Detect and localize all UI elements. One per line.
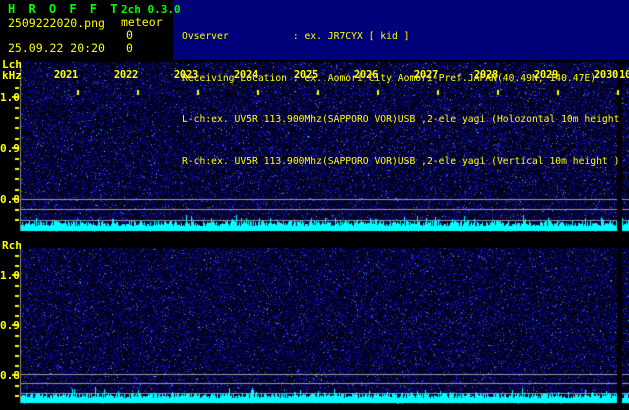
lch-setup-line: L-ch:ex. UV5R 113.900Mhz(SAPPORO VOR)USB… [182, 114, 620, 126]
rch-setup-line: R-ch:ex. UV5R 113.900Mhz(SAPPORO VOR)USB… [182, 155, 620, 167]
datetime-label: 25.09.22 20:20 [8, 41, 105, 55]
lch-freq-tick-1.0: 1.0 [0, 91, 20, 104]
observer-line: Ovserver : ex. JR7CYX [ kid ] [182, 30, 410, 42]
mode-label: meteor [121, 15, 163, 29]
time-label-2030: 2030 [593, 69, 618, 81]
lch-freq-tick-0.9: 0.9 [0, 142, 20, 155]
time-label-2026: 2026 [353, 69, 378, 81]
time-label-2021: 2021 [53, 69, 78, 81]
time-label-2024: 2024 [233, 69, 258, 81]
time-label-2028: 2028 [473, 69, 498, 81]
time-label-partial-right: 10 [619, 69, 629, 81]
observer-info-block: Ovserver : ex. JR7CYX [ kid ] Receiving … [182, 2, 619, 183]
output-filename: 2509222020.png [8, 16, 105, 30]
rch-freq-tick-0.9: 0.9 [0, 319, 20, 332]
time-label-2029: 2029 [533, 69, 558, 81]
rch-freq-tick-1.0: 1.0 [0, 269, 20, 282]
rch-freq-tick-0.8: 0.8 [0, 369, 20, 382]
khz-unit-label: kHz [2, 69, 22, 82]
time-label-2022: 2022 [113, 69, 138, 81]
meteor-count-top: 0 [126, 28, 133, 42]
meteor-count-bottom: 0 [126, 41, 133, 55]
app-title: H R O F F T [8, 2, 121, 16]
hrofft-window: { "app": { "title": "H R O F F T", "vers… [0, 0, 629, 410]
time-label-2023: 2023 [173, 69, 198, 81]
rch-label: Rch [2, 239, 22, 252]
time-label-2025: 2025 [293, 69, 318, 81]
lch-freq-tick-0.8: 0.8 [0, 193, 20, 206]
time-label-2027: 2027 [413, 69, 438, 81]
